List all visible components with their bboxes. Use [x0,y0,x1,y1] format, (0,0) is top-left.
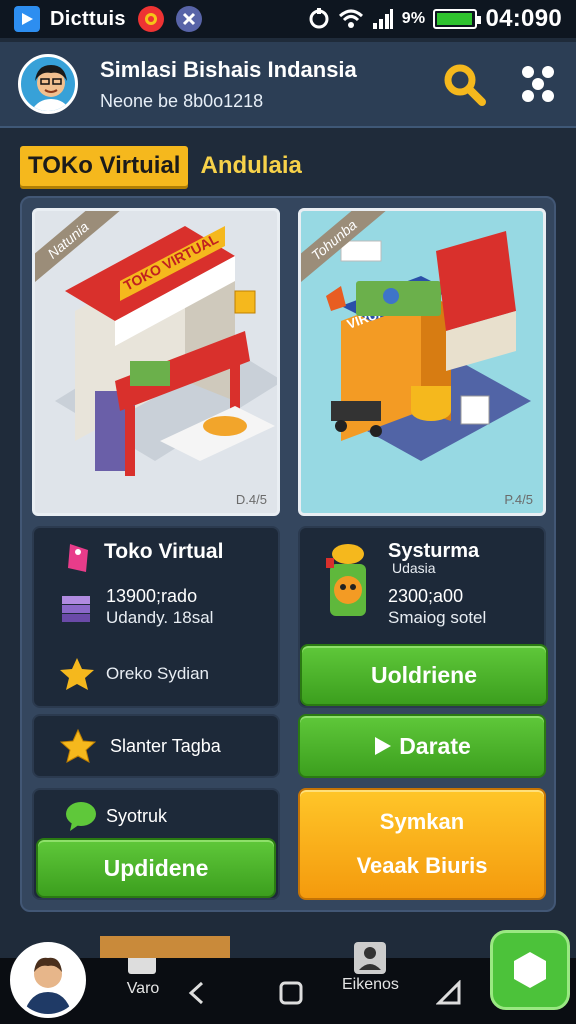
search-icon[interactable] [442,62,486,106]
card-1-name: Toko Virtual [104,540,224,563]
shop-panel: TOKO VIRTUAL Natunia D.4/5 VIRUAL Tohunb… [20,196,556,912]
play-button[interactable]: Darate [298,714,546,778]
nav-item-eikenos[interactable]: Eikenos [342,940,399,994]
play-button-label: Darate [399,732,471,759]
sync-icon [309,8,329,29]
recent-apps-icon[interactable] [436,980,462,1006]
card-2-detail: Smaiog sotel [388,608,487,627]
star-box-icon [60,658,94,690]
star-icon [60,728,96,763]
notification-app-icon [175,6,202,32]
battery-icon [433,9,482,29]
back-icon[interactable] [186,980,208,1006]
header-subtitle: Neone be 8b0o1218 [100,90,264,111]
card-2-action-button[interactable]: Uoldriene [300,644,548,706]
section-tag: TOKo Virtuial [20,146,189,186]
business-button-line2: Veaak Biuris [356,853,488,878]
card-1-detail: Udandy. 18sal [106,608,214,627]
update-button[interactable]: Updidene [36,838,276,898]
section-header: TOKo Virtuial Andulaia [20,146,302,186]
menu-grid-icon[interactable] [518,64,558,104]
store-illustration-1: TOKO VIRTUAL [55,226,277,476]
card-1-corner-price: D.4/5 [235,492,267,507]
store-image-card-2[interactable]: VIRUAL Tohunba P.4/5 [298,208,546,516]
chat-card-label: Syotruk [106,806,168,826]
bottom-profile-avatar[interactable] [10,942,86,1018]
business-button[interactable]: Symkan Veaak Biuris [298,788,546,900]
play-icon [375,737,392,755]
store-info-card-1[interactable]: Toko Virtual 13900;rado Udandy. 18sal Or… [32,526,280,708]
floating-action-button[interactable] [490,930,570,1010]
status-time: 04:090 [485,5,562,32]
section-subtitle: Andulaia [200,152,302,179]
store-image-card-1[interactable]: TOKO VIRTUAL Natunia D.4/5 [32,208,280,516]
notification-chat-icon [137,6,164,32]
card-2-tagline: Udasia [392,560,436,576]
person-icon [354,942,387,974]
mascot-icon [326,544,366,616]
quest-row[interactable]: Slanter Tagba [32,714,280,778]
wifi-icon [338,9,363,28]
home-icon[interactable] [278,980,304,1006]
status-app-name: Dicttuis [50,7,126,30]
nav-item-varo-label: Varo [126,980,160,997]
bottom-decor-strip [100,936,230,958]
tag-icon [68,544,88,572]
card-2-price: 2300;a00 [388,586,464,606]
status-bar: Dicttuis 9% 04:090 [0,0,576,38]
hexagon-icon [514,952,546,988]
quest-row-label: Slanter Tagba [110,735,221,756]
play-app-icon [14,6,40,32]
chat-card[interactable]: Syotruk Updidene [32,788,280,900]
profile-avatar[interactable] [18,54,78,114]
card-2-corner-price: P.4/5 [504,492,533,507]
chat-bubble-icon [66,802,96,831]
nav-item-eikenos-label: Eikenos [342,976,399,993]
store-info-card-2[interactable]: Systurma Udasia 2300;a00 Smaiog sotel Uo… [298,526,548,708]
store-illustration-2: VIRUAL [326,231,531,461]
header-title: Simlasi Bishais Indansia [100,56,357,82]
business-button-line1: Symkan [379,809,465,834]
stack-icon [62,596,90,622]
card-1-feature: Oreko Sydian [106,664,209,683]
app-header: Simlasi Bishais Indansia Neone be 8b0o12… [0,42,576,128]
signal-icon [372,9,393,29]
card-1-price: 13900;rado [106,586,198,606]
battery-percent: 9% [401,10,426,27]
